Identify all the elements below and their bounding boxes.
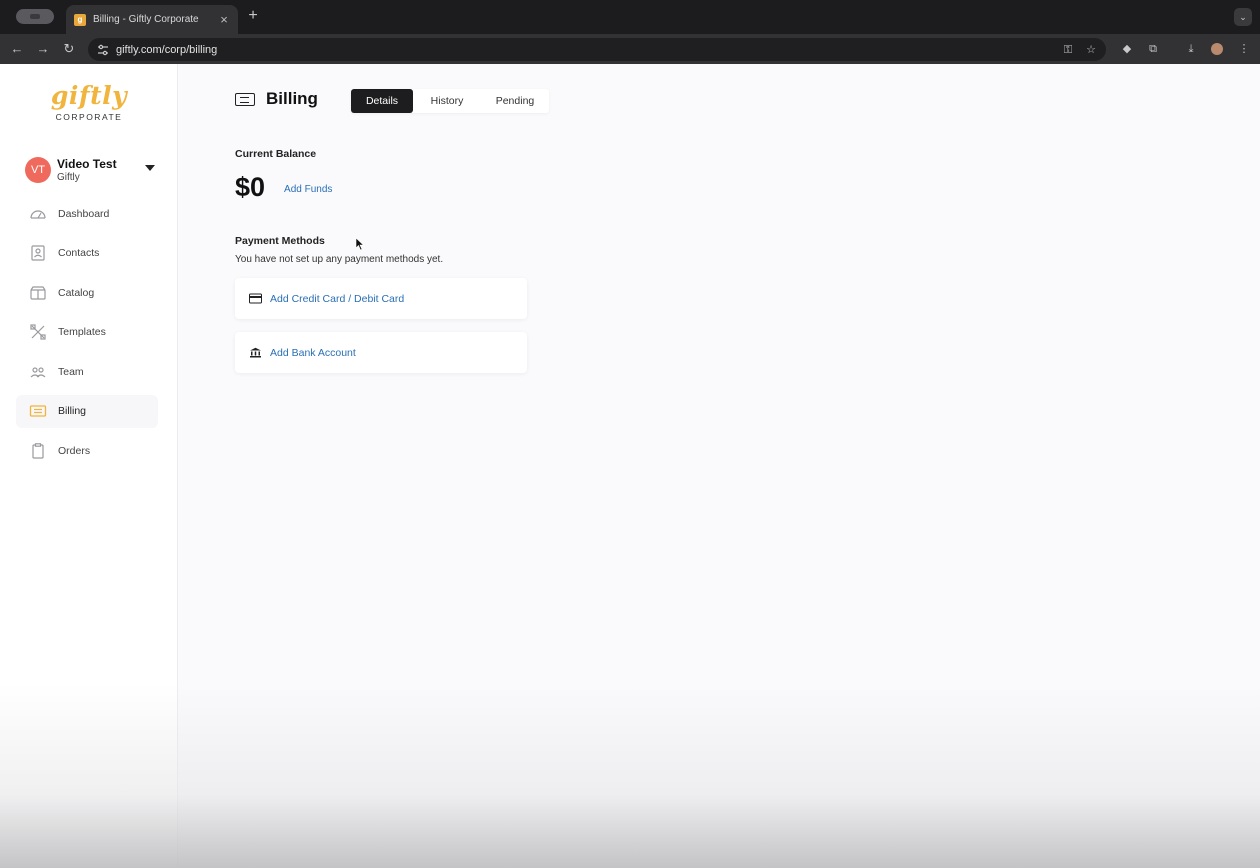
browser-tab-bar: g Billing - Giftly Corporate × + ⌄ xyxy=(0,0,1260,34)
sidebar-item-label: Orders xyxy=(58,444,91,457)
caret-down-icon[interactable] xyxy=(145,165,155,171)
site-settings-icon[interactable] xyxy=(96,43,110,57)
account-switcher[interactable]: VT Video Test Giftly xyxy=(25,154,155,186)
page: giftly CORPORATE VT Video Test Giftly Da… xyxy=(0,64,1260,868)
back-button[interactable]: ← xyxy=(8,40,26,58)
add-funds-link[interactable]: Add Funds xyxy=(284,184,332,195)
reload-button[interactable]: ↻ xyxy=(60,40,78,58)
tab-close-button[interactable]: × xyxy=(218,12,230,27)
avatar: VT xyxy=(25,157,51,183)
browser-menu-icon[interactable]: ⋮ xyxy=(1236,41,1252,57)
add-bank-account-button[interactable]: Add Bank Account xyxy=(235,332,527,373)
sidebar-item-label: Templates xyxy=(58,326,106,338)
contacts-icon xyxy=(31,245,45,261)
giftly-favicon-icon: g xyxy=(74,13,86,26)
address-bar[interactable]: giftly.com/corp/billing ⚿ ☆ xyxy=(88,38,1106,61)
billing-header-icon xyxy=(235,92,255,106)
sidebar-item-templates[interactable]: Templates xyxy=(16,316,158,349)
dashboard-icon xyxy=(30,209,46,219)
browser-toolbar: ← → ↻ giftly.com/corp/billing ⚿ ☆ ◆ ⧉ ⤓ … xyxy=(0,34,1260,64)
bookmark-star-icon[interactable]: ☆ xyxy=(1083,42,1099,58)
page-header: Billing xyxy=(235,89,318,109)
sidebar-item-label: Billing xyxy=(58,405,87,417)
sidebar-item-label: Contacts xyxy=(58,247,100,259)
sidebar-item-catalog[interactable]: Catalog xyxy=(16,276,158,309)
account-name: Video Test xyxy=(57,156,117,171)
downloads-icon[interactable]: ⤓ xyxy=(1183,41,1199,57)
add-credit-card-button[interactable]: Add Credit Card / Debit Card xyxy=(235,278,527,319)
tab-pending[interactable]: Pending xyxy=(481,89,549,113)
profile-avatar-icon[interactable] xyxy=(1209,41,1225,57)
payment-methods-label: Payment Methods xyxy=(235,235,325,247)
url-text[interactable]: giftly.com/corp/billing xyxy=(116,44,1060,56)
browser-tab-active[interactable]: g Billing - Giftly Corporate × xyxy=(66,5,238,34)
templates-icon xyxy=(30,324,46,340)
billing-icon xyxy=(29,405,47,417)
sidebar-nav: Dashboard Contacts Catalog Templates Tea… xyxy=(16,197,158,474)
page-title: Billing xyxy=(266,89,318,108)
tab-history[interactable]: History xyxy=(413,89,481,113)
mouse-cursor-icon xyxy=(355,237,365,251)
sidebar-item-label: Dashboard xyxy=(58,207,110,220)
current-balance-label: Current Balance xyxy=(235,148,317,160)
team-icon xyxy=(30,366,46,377)
orders-icon xyxy=(32,442,44,459)
sidebar: giftly CORPORATE VT Video Test Giftly Da… xyxy=(0,64,178,868)
account-org: Giftly xyxy=(57,171,80,183)
sidebar-item-contacts[interactable]: Contacts xyxy=(16,237,158,270)
tab-title: Billing - Giftly Corporate xyxy=(93,14,199,25)
add-credit-card-label: Add Credit Card / Debit Card xyxy=(270,292,405,305)
extensions-puzzle-icon[interactable]: ⧉ xyxy=(1145,41,1161,57)
sidebar-item-orders[interactable]: Orders xyxy=(16,434,158,467)
tab-group-pill[interactable] xyxy=(16,9,54,24)
forward-button[interactable]: → xyxy=(34,40,52,58)
new-tab-button[interactable]: + xyxy=(245,7,261,25)
extension-shield-icon[interactable]: ◆ xyxy=(1119,41,1135,57)
add-bank-account-label: Add Bank Account xyxy=(270,346,356,359)
billing-tabs: Details History Pending xyxy=(351,89,549,113)
logo-subtitle: CORPORATE xyxy=(55,112,123,122)
giftly-logo[interactable]: giftly CORPORATE xyxy=(0,81,178,123)
tab-search-button[interactable]: ⌄ xyxy=(1234,8,1252,26)
sidebar-item-dashboard[interactable]: Dashboard xyxy=(16,197,158,230)
sidebar-item-label: Catalog xyxy=(58,286,95,299)
sidebar-item-team[interactable]: Team xyxy=(16,355,158,388)
balance-amount: $0 xyxy=(235,172,266,202)
tab-details[interactable]: Details xyxy=(351,89,413,113)
main-content: Billing Details History Pending Current … xyxy=(178,64,1260,868)
credit-card-icon xyxy=(249,293,262,304)
payment-methods-empty-text: You have not set up any payment methods … xyxy=(235,254,444,265)
password-key-icon[interactable]: ⚿ xyxy=(1060,42,1076,58)
logo-wordmark: giftly xyxy=(50,81,128,110)
balance-row: $0 Add Funds xyxy=(235,172,332,203)
catalog-icon xyxy=(30,285,46,300)
sidebar-item-billing[interactable]: Billing xyxy=(16,394,158,428)
sidebar-item-label: Team xyxy=(58,365,84,378)
bank-icon xyxy=(250,347,261,358)
